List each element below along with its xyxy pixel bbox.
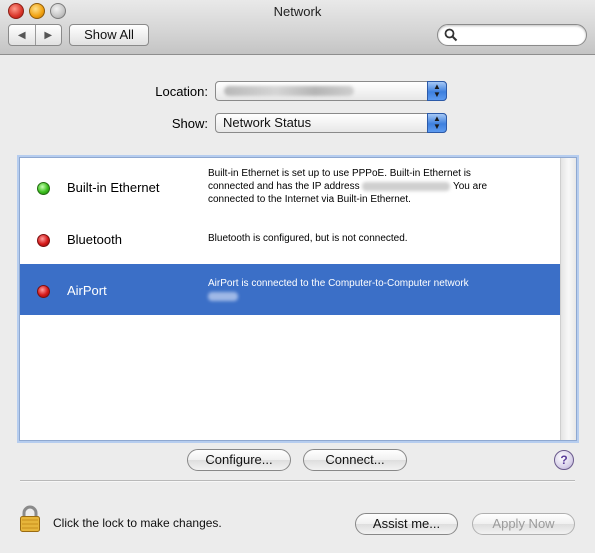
location-popup[interactable]: ▲ ▼ <box>215 81 447 101</box>
search-field[interactable] <box>437 24 587 46</box>
service-description: AirPort is connected to the Computer-to-… <box>208 277 548 303</box>
location-value-redacted <box>224 86 354 96</box>
search-icon <box>444 28 458 42</box>
apply-now-button[interactable]: Apply Now <box>472 513 575 535</box>
title-toolbar: Network ◀ ▶ Show All <box>0 0 595 55</box>
list-item-bluetooth[interactable]: Bluetooth Bluetooth is configured, but i… <box>20 213 560 264</box>
service-name: Built-in Ethernet <box>67 180 160 195</box>
show-all-button[interactable]: Show All <box>69 24 149 46</box>
forward-button[interactable]: ▶ <box>34 25 62 45</box>
location-label: Location: <box>155 84 208 99</box>
lock-icon[interactable] <box>19 505 41 533</box>
forward-arrow-icon: ▶ <box>44 29 53 41</box>
help-button[interactable]: ? <box>554 450 574 470</box>
show-popup[interactable]: Network Status ▲ ▼ <box>215 113 447 133</box>
back-button[interactable]: ◀ <box>9 25 35 45</box>
divider <box>20 480 575 482</box>
search-input[interactable] <box>460 27 582 44</box>
list-item-built-in-ethernet[interactable]: Built-in Ethernet Built-in Ethernet is s… <box>20 161 560 212</box>
popup-arrows-icon: ▲ ▼ <box>427 81 447 101</box>
description-line: AirPort is connected to the Computer-to-… <box>208 278 469 289</box>
status-red-icon <box>37 234 50 247</box>
description-line: Bluetooth is configured, but is not conn… <box>208 233 408 244</box>
lock-instruction: Click the lock to make changes. <box>53 516 222 530</box>
service-name: Bluetooth <box>67 232 122 247</box>
status-red-icon <box>37 285 50 298</box>
list-item-airport[interactable]: AirPort AirPort is connected to the Comp… <box>20 264 560 315</box>
status-green-icon <box>37 182 50 195</box>
show-label: Show: <box>171 116 208 131</box>
connect-button[interactable]: Connect... <box>303 449 407 471</box>
network-preferences-window: Network ◀ ▶ Show All Location: ▲ ▼ Show: … <box>0 0 595 553</box>
assist-me-button[interactable]: Assist me... <box>355 513 458 535</box>
description-line: Built-in Ethernet is set up to use PPPoE… <box>208 168 471 179</box>
window-title: Network <box>273 4 322 19</box>
ip-address-redacted <box>362 181 451 191</box>
show-popup-value: Network Status <box>223 115 312 130</box>
service-description: Built-in Ethernet is set up to use PPPoE… <box>208 167 548 206</box>
description-line: connected and has the IP address You are <box>208 180 548 193</box>
description-line: connected to the Internet via Built-in E… <box>208 194 411 205</box>
description-fragment: connected and has the IP address <box>208 181 360 192</box>
description-line <box>208 290 548 303</box>
back-forward-control: ◀ ▶ <box>8 24 62 46</box>
service-description: Bluetooth is configured, but is not conn… <box>208 232 548 245</box>
service-name: AirPort <box>67 283 107 298</box>
description-fragment: You are <box>452 181 488 192</box>
list-scrollbar[interactable] <box>560 158 576 440</box>
network-name-redacted <box>208 291 238 301</box>
back-arrow-icon: ◀ <box>17 29 26 41</box>
configure-button[interactable]: Configure... <box>187 449 291 471</box>
popup-arrows-icon: ▲ ▼ <box>427 113 447 133</box>
network-status-list[interactable]: Built-in Ethernet Built-in Ethernet is s… <box>19 157 577 441</box>
